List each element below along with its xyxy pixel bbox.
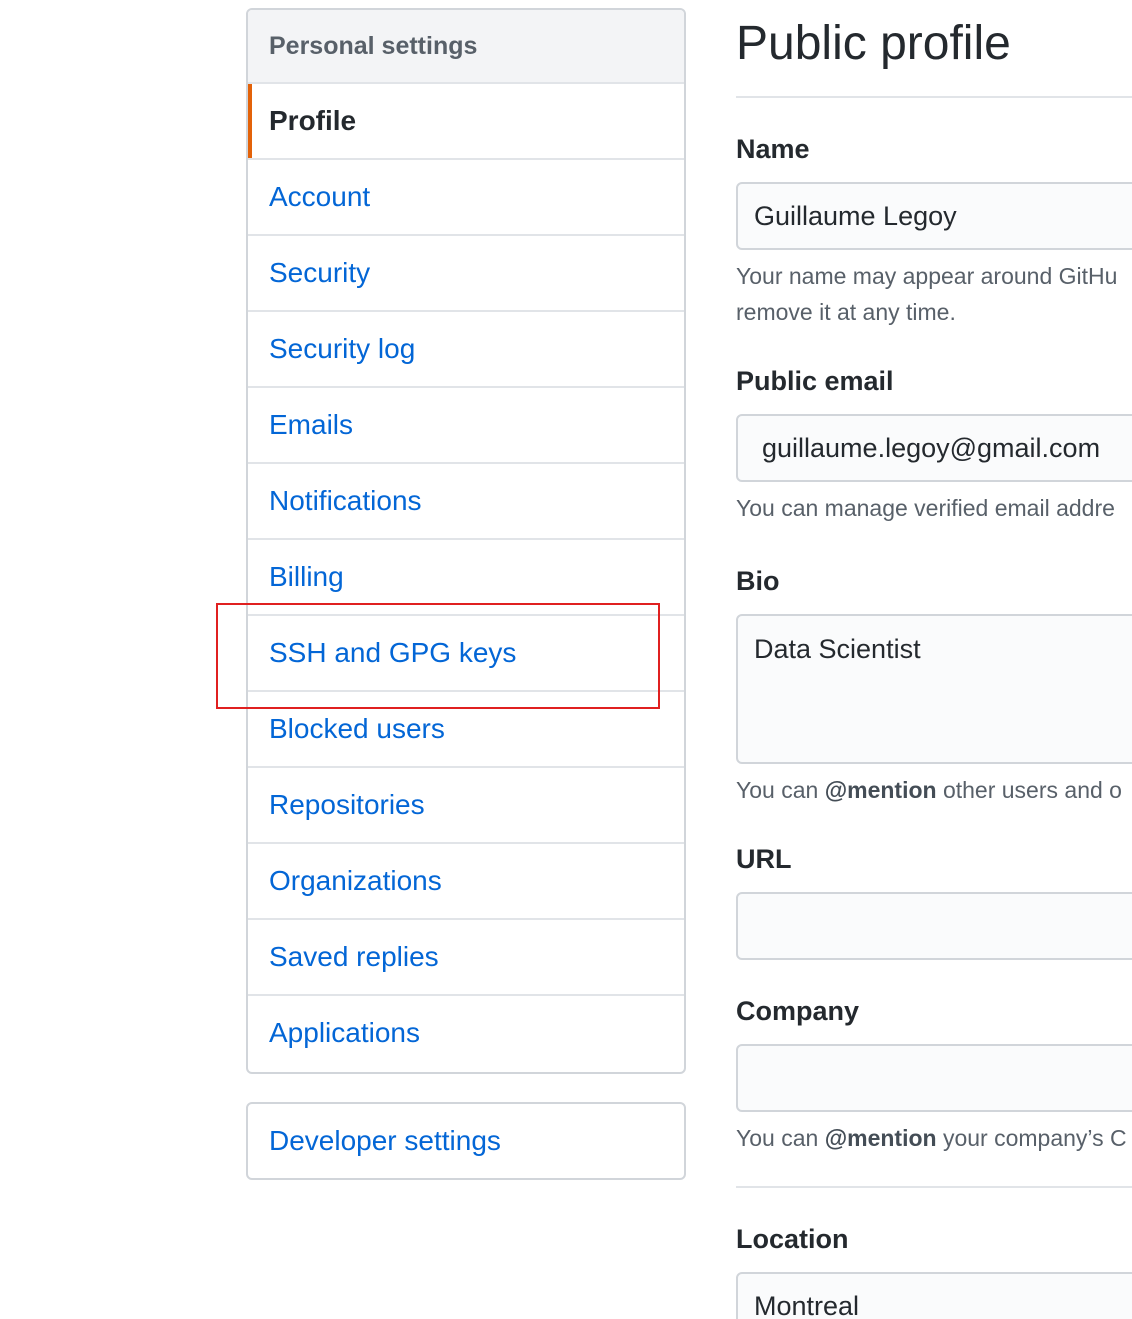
name-label: Name	[736, 134, 810, 164]
company-note-mention: @mention	[824, 1125, 937, 1151]
developer-settings-menu: Developer settings	[246, 1102, 686, 1180]
bio-label: Bio	[736, 566, 780, 596]
profile-form: Public profile Name Your name may appear…	[736, 0, 1132, 1319]
sidebar-item-ssh-gpg-keys[interactable]: SSH and GPG keys	[248, 616, 684, 692]
location-label: Location	[736, 1224, 849, 1254]
public-email-note: You can manage verified email addre	[736, 495, 1115, 521]
public-email-select[interactable]	[736, 414, 1132, 482]
bio-textarea[interactable]: Data Scientist	[736, 614, 1132, 764]
menu-heading: Personal settings	[248, 10, 684, 84]
name-field[interactable]	[736, 182, 1132, 250]
personal-settings-menu: Personal settings Profile Account Securi…	[246, 8, 686, 1074]
public-email-label: Public email	[736, 366, 894, 396]
name-note-line1: Your name may appear around GitHu	[736, 263, 1118, 289]
sidebar-item-security-log[interactable]: Security log	[248, 312, 684, 388]
sidebar-item-repositories[interactable]: Repositories	[248, 768, 684, 844]
sidebar-item-applications[interactable]: Applications	[248, 996, 684, 1072]
sidebar-item-notifications[interactable]: Notifications	[248, 464, 684, 540]
company-note-suffix: your company’s C	[936, 1125, 1127, 1151]
bio-note-mention: @mention	[824, 777, 937, 803]
sidebar-item-saved-replies[interactable]: Saved replies	[248, 920, 684, 996]
bio-note: You can @mention other users and o	[736, 772, 1122, 808]
bio-note-suffix: other users and o	[936, 777, 1122, 803]
sidebar-item-developer-settings[interactable]: Developer settings	[248, 1104, 684, 1178]
company-note-prefix: You can	[736, 1125, 825, 1151]
company-field[interactable]	[736, 1044, 1132, 1112]
settings-page: Personal settings Profile Account Securi…	[0, 0, 1132, 1319]
location-field[interactable]	[736, 1272, 1132, 1319]
sidebar-item-blocked-users[interactable]: Blocked users	[248, 692, 684, 768]
company-label: Company	[736, 996, 860, 1026]
sidebar-item-emails[interactable]: Emails	[248, 388, 684, 464]
sidebar-item-profile[interactable]: Profile	[248, 84, 684, 160]
url-label: URL	[736, 844, 792, 874]
title-divider	[736, 96, 1132, 98]
sidebar-item-billing[interactable]: Billing	[248, 540, 684, 616]
company-note: You can @mention your company’s C	[736, 1120, 1127, 1156]
sidebar-item-account[interactable]: Account	[248, 160, 684, 236]
sidebar-item-security[interactable]: Security	[248, 236, 684, 312]
sidebar-item-organizations[interactable]: Organizations	[248, 844, 684, 920]
bio-note-prefix: You can	[736, 777, 825, 803]
url-field[interactable]	[736, 892, 1132, 960]
page-title: Public profile	[736, 17, 1011, 70]
name-note-line2: remove it at any time.	[736, 299, 956, 325]
section-divider	[736, 1186, 1132, 1188]
